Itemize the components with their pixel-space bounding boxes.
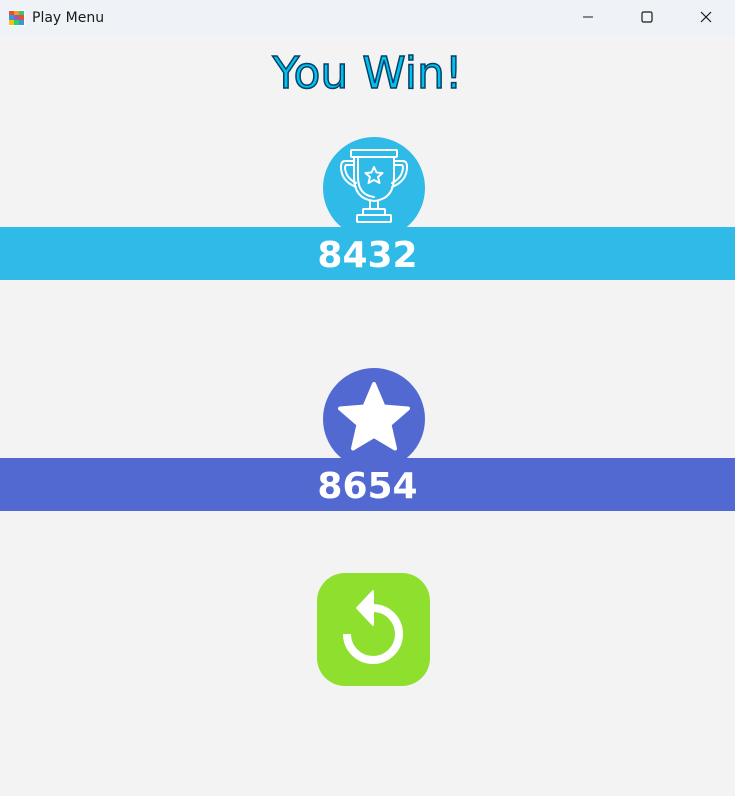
close-icon bbox=[700, 11, 712, 23]
maximize-button[interactable] bbox=[618, 0, 676, 34]
maximize-icon bbox=[641, 11, 653, 23]
score-value: 8432 bbox=[317, 235, 418, 276]
minimize-icon bbox=[583, 16, 593, 18]
score-badge bbox=[323, 137, 425, 239]
replay-icon bbox=[343, 590, 403, 664]
app-window: Play Menu You Win! 8432 8654 bbox=[0, 0, 735, 796]
star-icon bbox=[338, 382, 410, 451]
win-headline: You Win! bbox=[272, 47, 464, 100]
window-title: Play Menu bbox=[32, 10, 105, 26]
title-bar[interactable]: Play Menu bbox=[0, 0, 735, 36]
trophy-icon bbox=[340, 149, 408, 223]
replay-button[interactable] bbox=[317, 573, 430, 686]
best-score-badge bbox=[323, 368, 425, 470]
close-button[interactable] bbox=[677, 0, 735, 34]
best-score-value: 8654 bbox=[317, 466, 418, 507]
minimize-button[interactable] bbox=[559, 0, 617, 34]
grid-app-icon bbox=[9, 10, 25, 26]
